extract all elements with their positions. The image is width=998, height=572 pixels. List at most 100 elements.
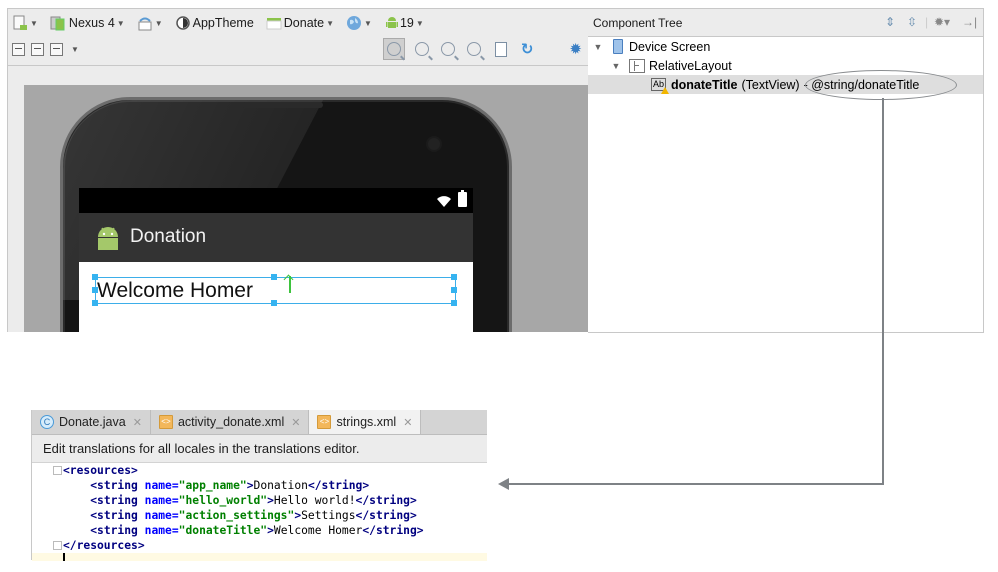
hide-panel-icon[interactable]: →| xyxy=(962,15,977,29)
chevron-down-icon: ▼ xyxy=(326,18,335,28)
resize-icon[interactable] xyxy=(50,42,63,56)
fold-marker-icon[interactable] xyxy=(53,466,62,475)
code-line: <string name="donateTitle">Welcome Homer… xyxy=(90,524,424,537)
api-level-dropdown[interactable]: 19 ▼ xyxy=(384,15,424,31)
text-cursor xyxy=(63,553,65,561)
tab-label: strings.xml xyxy=(336,415,397,429)
expanded-triangle-icon[interactable]: ▼ xyxy=(591,42,605,52)
tree-item-label: RelativeLayout xyxy=(649,58,732,73)
code-area[interactable]: <resources> <string name="app_name">Dona… xyxy=(32,463,487,561)
zoom-out-icon[interactable] xyxy=(466,42,481,56)
device-screen-icon xyxy=(613,39,623,54)
locale-dropdown[interactable]: ▼ xyxy=(346,15,372,31)
fold-marker-icon[interactable] xyxy=(53,541,62,550)
expand-horizontal-icon[interactable] xyxy=(12,42,25,56)
code-line: <resources> xyxy=(63,463,138,478)
zoom-fit-icon xyxy=(386,42,401,56)
tab-donate-java[interactable]: C Donate.java ✕ xyxy=(32,410,151,434)
tab-label: activity_donate.xml xyxy=(177,415,285,429)
close-icon[interactable]: ✕ xyxy=(133,416,142,429)
collapse-all-icon[interactable]: ⇳ xyxy=(907,15,917,29)
api-level-label: 19 xyxy=(399,16,414,30)
resize-handle-br[interactable] xyxy=(451,300,457,306)
android-app-icon xyxy=(98,227,118,250)
string-value: Settings xyxy=(301,509,356,522)
java-class-icon: C xyxy=(40,415,54,429)
resize-handle-bl[interactable] xyxy=(92,300,98,306)
designer-toolbar-top: ▼ Nexus 4 ▼ ▼ AppTheme Donate ▼ ▼ 19 ▼ xyxy=(12,11,436,35)
component-tree-title: Component Tree xyxy=(593,16,683,30)
settings-gear-icon[interactable]: ✹▾ xyxy=(934,15,950,29)
device-dropdown[interactable]: Nexus 4 ▼ xyxy=(50,15,125,31)
orientation-dropdown[interactable]: ▼ xyxy=(137,15,163,31)
string-name: app_name xyxy=(185,479,240,492)
new-config-icon xyxy=(12,15,28,31)
tab-activity-donate-xml[interactable]: <> activity_donate.xml ✕ xyxy=(151,410,310,434)
android-icon xyxy=(384,15,400,31)
component-tree-panel: Component Tree ⇕ ⇳ | ✹▾ →| ▼ Device Scre… xyxy=(588,8,984,333)
layout-designer-panel: ▼ Nexus 4 ▼ ▼ AppTheme Donate ▼ ▼ 19 ▼ ▼… xyxy=(7,8,590,332)
actual-size-icon[interactable] xyxy=(414,42,429,56)
connector-line-horizontal xyxy=(508,483,884,485)
theme-label: AppTheme xyxy=(192,16,254,30)
resize-handle-left[interactable] xyxy=(92,287,98,293)
theme-icon xyxy=(175,15,191,31)
status-bar xyxy=(79,188,473,213)
resize-handle-top[interactable] xyxy=(271,274,277,280)
string-value: Donation xyxy=(253,479,308,492)
tab-strings-xml[interactable]: <> strings.xml ✕ xyxy=(309,410,422,434)
settings-gear-icon[interactable]: ✹ xyxy=(569,40,582,58)
resize-handle-tl[interactable] xyxy=(92,274,98,280)
chevron-down-icon: ▼ xyxy=(30,18,38,28)
chevron-down-icon[interactable]: ▼ xyxy=(71,45,79,54)
battery-icon xyxy=(458,190,467,207)
activity-label: Donate xyxy=(283,16,325,30)
tree-item-id: donateTitle xyxy=(671,77,738,92)
activity-dropdown[interactable]: Donate ▼ xyxy=(266,15,334,31)
string-name: donateTitle xyxy=(185,524,261,537)
xml-file-icon: <> xyxy=(158,415,173,429)
string-value: Hello world! xyxy=(273,494,356,507)
code-line: </resources> xyxy=(63,538,145,553)
close-icon[interactable]: ✕ xyxy=(291,416,300,429)
refresh-icon[interactable]: ↻ xyxy=(521,40,534,58)
expand-vertical-icon[interactable] xyxy=(31,42,44,56)
device-icon xyxy=(50,15,66,31)
code-line: <string name="action_settings">Settings<… xyxy=(90,509,417,522)
resize-handle-right[interactable] xyxy=(451,287,457,293)
connector-line-vertical xyxy=(882,98,884,484)
textview-icon: Ab xyxy=(651,78,670,94)
device-camera xyxy=(428,138,440,150)
screenshot-icon[interactable] xyxy=(494,41,507,57)
action-bar: Donation xyxy=(79,213,473,262)
activity-icon xyxy=(266,15,282,31)
tree-item-device-screen[interactable]: ▼ Device Screen xyxy=(588,37,983,56)
chevron-down-icon: ▼ xyxy=(116,18,125,28)
expanded-triangle-icon[interactable]: ▼ xyxy=(609,61,623,71)
zoom-in-icon[interactable] xyxy=(440,42,455,56)
resize-handle-tr[interactable] xyxy=(451,274,457,280)
expand-all-icon[interactable]: ⇕ xyxy=(885,15,895,29)
code-line: <string name="app_name">Donation</string… xyxy=(90,479,370,492)
chevron-down-icon: ▼ xyxy=(364,18,372,28)
resources-close-tag: </resources> xyxy=(63,539,145,552)
wifi-icon xyxy=(437,196,451,207)
resize-handle-bottom[interactable] xyxy=(271,300,277,306)
designer-toolbar-bottom: ▼ ↻ ✹ xyxy=(12,37,586,61)
zoom-to-fit-button[interactable] xyxy=(382,38,405,60)
close-icon[interactable]: ✕ xyxy=(403,416,412,429)
component-tree-header: Component Tree ⇕ ⇳ | ✹▾ →| xyxy=(588,9,983,37)
code-line: <string name="hello_world">Hello world!<… xyxy=(90,494,417,507)
toolbar-separator: | xyxy=(925,15,929,29)
tree-item-label: Device Screen xyxy=(629,39,711,54)
chevron-down-icon: ▼ xyxy=(154,18,163,28)
device-config-dropdown[interactable]: ▼ xyxy=(12,15,38,31)
relative-layout-content: Welcome Homer xyxy=(79,262,473,332)
editor-tabs: C Donate.java ✕ <> activity_donate.xml ✕… xyxy=(32,410,487,435)
theme-button[interactable]: AppTheme xyxy=(175,15,254,31)
string-name: hello_world xyxy=(185,494,261,507)
globe-icon xyxy=(346,15,362,31)
resources-open-tag: <resources> xyxy=(63,464,138,477)
anchor-arrow-icon xyxy=(289,276,291,293)
app-title: Donation xyxy=(130,226,207,247)
